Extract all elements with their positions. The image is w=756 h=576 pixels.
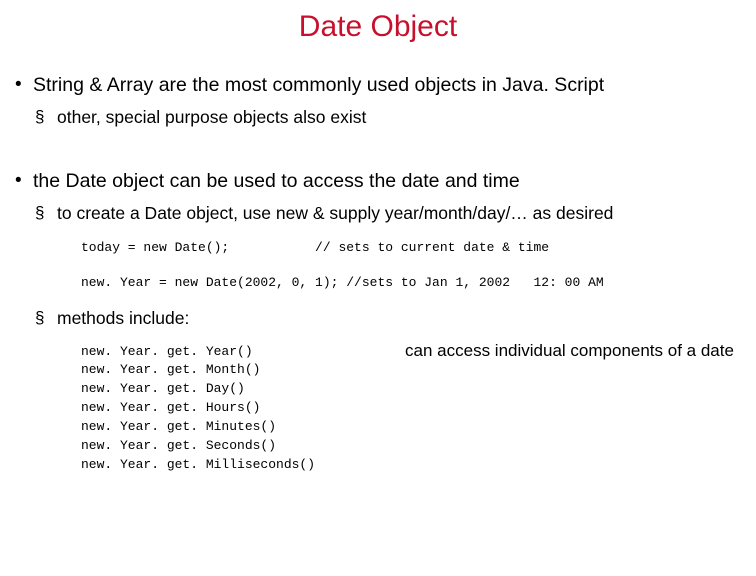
bullet-string-array: String & Array are the most commonly use… [0,74,756,128]
code-example-today: today = new Date(); // sets to current d… [81,238,756,259]
methods-note-text: can access individual components of a da… [405,341,734,361]
sub-bullet-methods-text: methods include: [57,308,189,328]
outer-list: String & Array are the most commonly use… [0,74,756,475]
bullet-date-object: the Date object can be used to access th… [0,170,756,475]
page-title: Date Object [0,10,756,44]
bullet-1-text: String & Array are the most commonly use… [33,74,604,96]
sub-bullet-other: other, special purpose objects also exis… [33,107,756,128]
code-example-newyear: new. Year = new Date(2002, 0, 1); //sets… [81,273,756,294]
inner-list-2: to create a Date object, use new & suppl… [33,203,756,475]
methods-code-list: new. Year. get. Year() new. Year. get. M… [81,343,315,475]
sub-bullet-create-date: to create a Date object, use new & suppl… [33,203,756,294]
sub-bullet-create-text: to create a Date object, use new & suppl… [57,203,613,223]
sub-bullet-methods: methods include: new. Year. get. Year() … [33,308,756,475]
methods-row: new. Year. get. Year() new. Year. get. M… [81,343,756,475]
inner-list-1: other, special purpose objects also exis… [33,107,756,128]
bullet-2-text: the Date object can be used to access th… [33,170,520,192]
